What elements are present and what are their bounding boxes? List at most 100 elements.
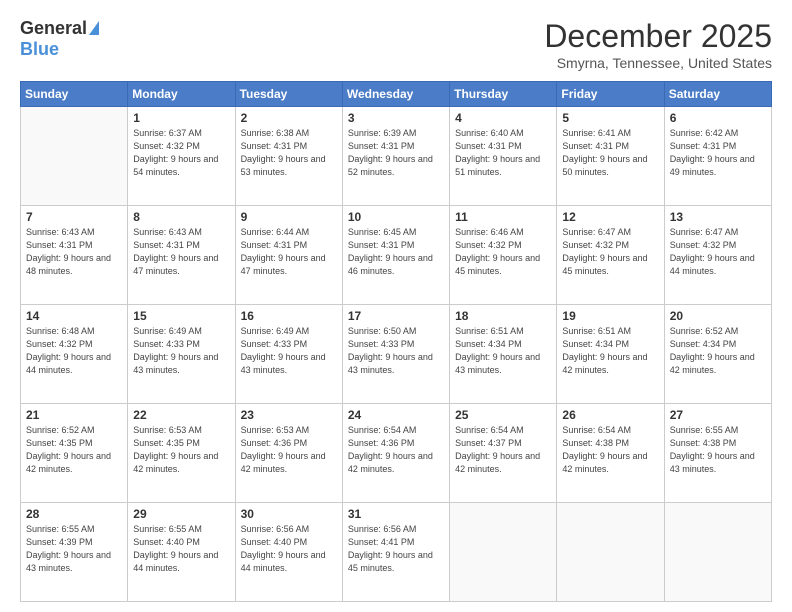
calendar-cell: 8 Sunrise: 6:43 AMSunset: 4:31 PMDaylight…: [128, 206, 235, 305]
day-number: 17: [348, 309, 444, 323]
logo: General Blue: [20, 18, 99, 60]
day-info: Sunrise: 6:46 AMSunset: 4:32 PMDaylight:…: [455, 226, 551, 278]
day-info: Sunrise: 6:47 AMSunset: 4:32 PMDaylight:…: [562, 226, 658, 278]
day-info: Sunrise: 6:54 AMSunset: 4:37 PMDaylight:…: [455, 424, 551, 476]
calendar-cell: 23Sunrise: 6:53 AMSunset: 4:36 PMDayligh…: [235, 404, 342, 503]
day-number: 13: [670, 210, 766, 224]
day-number: 1: [133, 111, 229, 125]
day-number: 20: [670, 309, 766, 323]
calendar-cell: 30Sunrise: 6:56 AMSunset: 4:40 PMDayligh…: [235, 503, 342, 602]
day-info: Sunrise: 6:50 AMSunset: 4:33 PMDaylight:…: [348, 325, 444, 377]
calendar-cell: 31 Sunrise: 6:56 AMSunset: 4:41 PMDayligh…: [342, 503, 449, 602]
week-row-1: 7 Sunrise: 6:43 AMSunset: 4:31 PMDaylight…: [21, 206, 772, 305]
day-number: 5: [562, 111, 658, 125]
day-number: 19: [562, 309, 658, 323]
title-block: December 2025 Smyrna, Tennessee, United …: [544, 18, 772, 71]
day-number: 9: [241, 210, 337, 224]
calendar-cell: 5Sunrise: 6:41 AMSunset: 4:31 PMDaylight…: [557, 107, 664, 206]
day-info: Sunrise: 6:43 AMSunset: 4:31 PMDaylight:…: [133, 226, 229, 278]
day-number: 6: [670, 111, 766, 125]
day-info: Sunrise: 6:47 AMSunset: 4:32 PMDaylight:…: [670, 226, 766, 278]
logo-general: General: [20, 18, 87, 39]
calendar-table: SundayMondayTuesdayWednesdayThursdayFrid…: [20, 81, 772, 602]
header: General Blue December 2025 Smyrna, Tenne…: [20, 18, 772, 71]
day-number: 11: [455, 210, 551, 224]
calendar-cell: 16 Sunrise: 6:49 AMSunset: 4:33 PMDayligh…: [235, 305, 342, 404]
calendar-cell: 17 Sunrise: 6:50 AMSunset: 4:33 PMDayligh…: [342, 305, 449, 404]
weekday-header-thursday: Thursday: [450, 82, 557, 107]
weekday-header-sunday: Sunday: [21, 82, 128, 107]
day-number: 16: [241, 309, 337, 323]
calendar-cell: 13 Sunrise: 6:47 AMSunset: 4:32 PMDayligh…: [664, 206, 771, 305]
calendar-cell: 28Sunrise: 6:55 AMSunset: 4:39 PMDayligh…: [21, 503, 128, 602]
day-info: Sunrise: 6:42 AMSunset: 4:31 PMDaylight:…: [670, 127, 766, 179]
weekday-header-wednesday: Wednesday: [342, 82, 449, 107]
day-number: 26: [562, 408, 658, 422]
weekday-header-row: SundayMondayTuesdayWednesdayThursdayFrid…: [21, 82, 772, 107]
page: General Blue December 2025 Smyrna, Tenne…: [0, 0, 792, 612]
calendar-cell: 10Sunrise: 6:45 AMSunset: 4:31 PMDayligh…: [342, 206, 449, 305]
day-info: Sunrise: 6:44 AMSunset: 4:31 PMDaylight:…: [241, 226, 337, 278]
logo-blue: Blue: [20, 39, 59, 60]
day-number: 23: [241, 408, 337, 422]
day-info: Sunrise: 6:54 AMSunset: 4:36 PMDaylight:…: [348, 424, 444, 476]
week-row-0: 1 Sunrise: 6:37 AMSunset: 4:32 PMDaylight…: [21, 107, 772, 206]
day-info: Sunrise: 6:49 AMSunset: 4:33 PMDaylight:…: [241, 325, 337, 377]
day-info: Sunrise: 6:37 AMSunset: 4:32 PMDaylight:…: [133, 127, 229, 179]
day-number: 24: [348, 408, 444, 422]
day-number: 21: [26, 408, 122, 422]
day-info: Sunrise: 6:56 AMSunset: 4:41 PMDaylight:…: [348, 523, 444, 575]
day-number: 2: [241, 111, 337, 125]
day-number: 22: [133, 408, 229, 422]
week-row-4: 28Sunrise: 6:55 AMSunset: 4:39 PMDayligh…: [21, 503, 772, 602]
day-number: 25: [455, 408, 551, 422]
day-number: 27: [670, 408, 766, 422]
month-title: December 2025: [544, 18, 772, 55]
day-info: Sunrise: 6:51 AMSunset: 4:34 PMDaylight:…: [455, 325, 551, 377]
day-info: Sunrise: 6:49 AMSunset: 4:33 PMDaylight:…: [133, 325, 229, 377]
calendar-cell: 14 Sunrise: 6:48 AMSunset: 4:32 PMDayligh…: [21, 305, 128, 404]
day-number: 18: [455, 309, 551, 323]
calendar-cell: 27Sunrise: 6:55 AMSunset: 4:38 PMDayligh…: [664, 404, 771, 503]
day-number: 31: [348, 507, 444, 521]
day-number: 14: [26, 309, 122, 323]
day-number: 15: [133, 309, 229, 323]
calendar-cell: 22Sunrise: 6:53 AMSunset: 4:35 PMDayligh…: [128, 404, 235, 503]
calendar-cell: 2 Sunrise: 6:38 AMSunset: 4:31 PMDaylight…: [235, 107, 342, 206]
calendar-cell: 6 Sunrise: 6:42 AMSunset: 4:31 PMDaylight…: [664, 107, 771, 206]
day-number: 7: [26, 210, 122, 224]
logo-triangle-icon: [89, 21, 99, 35]
calendar-cell: 12 Sunrise: 6:47 AMSunset: 4:32 PMDayligh…: [557, 206, 664, 305]
day-info: Sunrise: 6:40 AMSunset: 4:31 PMDaylight:…: [455, 127, 551, 179]
calendar-cell: 15 Sunrise: 6:49 AMSunset: 4:33 PMDayligh…: [128, 305, 235, 404]
week-row-2: 14 Sunrise: 6:48 AMSunset: 4:32 PMDayligh…: [21, 305, 772, 404]
day-info: Sunrise: 6:39 AMSunset: 4:31 PMDaylight:…: [348, 127, 444, 179]
day-number: 29: [133, 507, 229, 521]
calendar-cell: 7Sunrise: 6:43 AMSunset: 4:31 PMDaylight…: [21, 206, 128, 305]
calendar-cell: 29 Sunrise: 6:55 AMSunset: 4:40 PMDayligh…: [128, 503, 235, 602]
calendar-cell: 18 Sunrise: 6:51 AMSunset: 4:34 PMDayligh…: [450, 305, 557, 404]
calendar-cell: 3 Sunrise: 6:39 AMSunset: 4:31 PMDaylight…: [342, 107, 449, 206]
calendar-cell: 11 Sunrise: 6:46 AMSunset: 4:32 PMDayligh…: [450, 206, 557, 305]
calendar-cell: [21, 107, 128, 206]
day-info: Sunrise: 6:51 AMSunset: 4:34 PMDaylight:…: [562, 325, 658, 377]
location: Smyrna, Tennessee, United States: [544, 55, 772, 71]
day-info: Sunrise: 6:38 AMSunset: 4:31 PMDaylight:…: [241, 127, 337, 179]
weekday-header-friday: Friday: [557, 82, 664, 107]
day-info: Sunrise: 6:52 AMSunset: 4:35 PMDaylight:…: [26, 424, 122, 476]
calendar-cell: [557, 503, 664, 602]
day-info: Sunrise: 6:55 AMSunset: 4:40 PMDaylight:…: [133, 523, 229, 575]
week-row-3: 21 Sunrise: 6:52 AMSunset: 4:35 PMDayligh…: [21, 404, 772, 503]
calendar-cell: [450, 503, 557, 602]
day-info: Sunrise: 6:48 AMSunset: 4:32 PMDaylight:…: [26, 325, 122, 377]
day-number: 8: [133, 210, 229, 224]
calendar-cell: 25 Sunrise: 6:54 AMSunset: 4:37 PMDayligh…: [450, 404, 557, 503]
weekday-header-saturday: Saturday: [664, 82, 771, 107]
day-number: 10: [348, 210, 444, 224]
day-number: 12: [562, 210, 658, 224]
weekday-header-tuesday: Tuesday: [235, 82, 342, 107]
day-number: 28: [26, 507, 122, 521]
calendar-cell: 24 Sunrise: 6:54 AMSunset: 4:36 PMDayligh…: [342, 404, 449, 503]
calendar-cell: 9 Sunrise: 6:44 AMSunset: 4:31 PMDaylight…: [235, 206, 342, 305]
day-number: 3: [348, 111, 444, 125]
